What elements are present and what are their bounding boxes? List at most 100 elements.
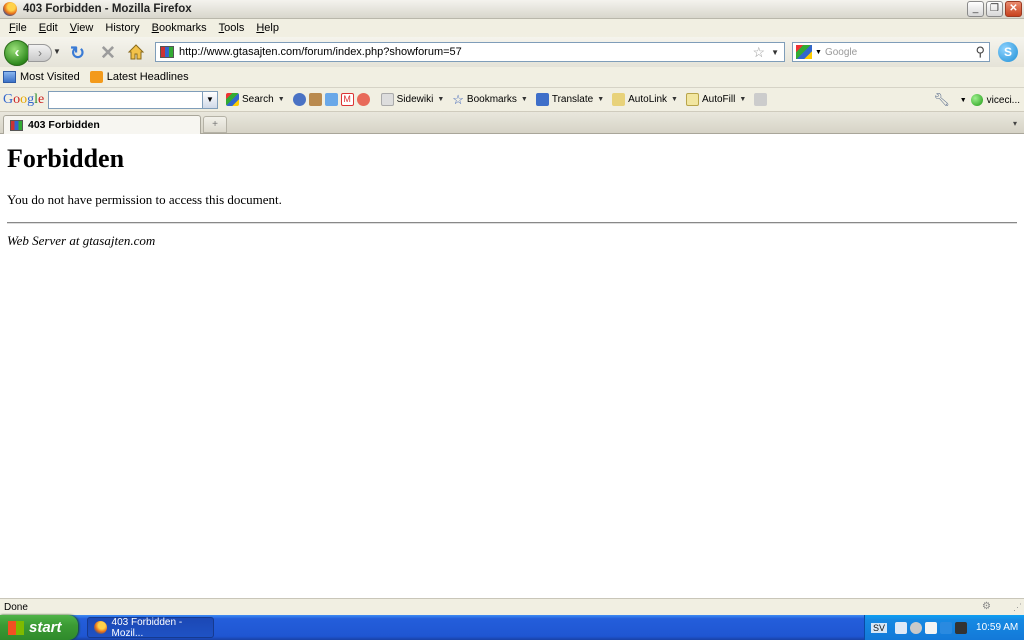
dropdown-arrow-icon[interactable]: ▼	[960, 97, 967, 104]
title-bar: 403 Forbidden - Mozilla Firefox _ ❐ ✕	[0, 0, 1024, 19]
back-button[interactable]: ‹	[4, 40, 30, 66]
pencil-icon[interactable]	[754, 93, 768, 106]
error-message: You do not have permission to access thi…	[7, 192, 282, 207]
search-placeholder[interactable]: Google	[825, 47, 976, 58]
status-text: Done	[4, 601, 28, 613]
stop-icon[interactable]: ✕	[100, 42, 116, 65]
google-logo[interactable]: Google	[3, 92, 45, 108]
google-search-button[interactable]: Search ▼	[226, 93, 285, 106]
sidewiki-icon	[380, 93, 394, 106]
navigation-toolbar: ‹ › ▼ ↻ ✕ http://www.gtasajten.com/forum…	[0, 37, 1024, 67]
taskbar-item-firefox[interactable]: 403 Forbidden - Mozil...	[87, 617, 214, 639]
menu-bar: File Edit View History Bookmarks Tools H…	[0, 19, 1024, 37]
autolink-button[interactable]: AutoLink ▼	[612, 93, 678, 106]
windows-logo-icon	[8, 620, 24, 635]
autofill-button[interactable]: AutoFill ▼	[685, 93, 770, 106]
url-bar[interactable]: http://www.gtasajten.com/forum/index.php…	[155, 42, 785, 62]
dropdown-arrow-icon[interactable]: ▼	[597, 96, 604, 103]
start-button[interactable]: start	[0, 615, 78, 640]
back-arrow-icon: ‹	[14, 44, 20, 61]
share-icon[interactable]	[356, 93, 370, 106]
addon-status-icon[interactable]: ⚙︎	[982, 601, 994, 613]
messenger-icon[interactable]	[925, 621, 938, 634]
dropdown-arrow-icon[interactable]: ▼	[278, 96, 285, 103]
clock: 10:59 AM	[976, 622, 1019, 633]
menu-edit[interactable]: Edit	[33, 22, 64, 34]
window-title: 403 Forbidden - Mozilla Firefox	[23, 3, 192, 15]
gmail-icon[interactable]: M	[340, 93, 354, 106]
bookmark-latest-headlines[interactable]: Latest Headlines	[89, 71, 189, 83]
firefox-icon	[3, 2, 17, 16]
dropdown-arrow-icon[interactable]: ▼	[437, 96, 444, 103]
status-bar: Done ⚙︎ ⋰	[0, 598, 1024, 615]
skype-tray-icon[interactable]	[940, 621, 953, 634]
autofill-icon	[685, 93, 699, 106]
maximize-button[interactable]: ❐	[986, 1, 1003, 17]
google-engine-icon[interactable]	[796, 45, 812, 59]
tab-favicon-icon	[10, 119, 23, 131]
translate-icon	[535, 93, 549, 106]
plus-icon: +	[212, 119, 218, 130]
network-icon[interactable]	[895, 621, 908, 634]
page-heading: Forbidden	[7, 144, 125, 173]
google-search-input[interactable]: ▼	[48, 90, 218, 109]
search-box[interactable]: ▼ Google ⚲	[792, 42, 990, 62]
server-signature: Web Server at gtasajten.com	[7, 233, 156, 248]
system-tray: SV 10:59 AM	[864, 615, 1024, 640]
sidewiki-button[interactable]: Sidewiki ▼	[380, 93, 444, 106]
site-favicon-icon	[160, 46, 174, 58]
window-controls: _ ❐ ✕	[967, 1, 1022, 17]
menu-help[interactable]: Help	[250, 22, 285, 34]
new-tab-button[interactable]: +	[203, 116, 227, 133]
bookmark-star-icon[interactable]: ☆	[753, 44, 766, 61]
tab-403-forbidden[interactable]: 403 Forbidden	[3, 115, 201, 134]
url-text[interactable]: http://www.gtasajten.com/forum/index.php…	[179, 46, 753, 58]
forward-arrow-icon: ›	[38, 46, 42, 60]
translate-button[interactable]: Translate ▼	[535, 93, 604, 106]
reload-icon[interactable]: ↻	[70, 43, 85, 64]
engine-dropdown-icon[interactable]: ▼	[815, 49, 822, 56]
taskbar: start 403 Forbidden - Mozil... SV 10:59 …	[0, 615, 1024, 640]
minimize-button[interactable]: _	[967, 1, 984, 17]
bookmarks-toolbar: Most Visited Latest Headlines	[0, 67, 1024, 88]
account-status-icon[interactable]	[970, 94, 983, 106]
user-icon[interactable]	[955, 621, 968, 634]
clock-app-icon[interactable]	[910, 621, 923, 634]
skype-icon[interactable]: S	[998, 42, 1018, 62]
rss-icon	[89, 71, 103, 83]
autolink-icon	[612, 93, 626, 106]
menu-file[interactable]: File	[3, 22, 33, 34]
account-label[interactable]: viceci...	[987, 95, 1020, 106]
wrench-icon[interactable]: 🔧︎	[933, 92, 950, 108]
list-all-tabs-button[interactable]: ▾	[1008, 116, 1022, 132]
search-icon[interactable]: ⚲	[975, 44, 985, 60]
menu-view[interactable]: View	[64, 22, 100, 34]
close-button[interactable]: ✕	[1005, 1, 1022, 17]
dropdown-arrow-icon[interactable]: ▼	[739, 96, 746, 103]
resize-grip-icon[interactable]: ⋰	[1013, 602, 1022, 613]
bag-icon[interactable]	[308, 93, 322, 106]
menu-tools[interactable]: Tools	[213, 22, 251, 34]
bookmark-most-visited[interactable]: Most Visited	[3, 71, 80, 83]
history-dropdown-icon[interactable]: ▼	[53, 47, 61, 56]
url-dropdown-icon[interactable]: ▼	[771, 48, 779, 57]
google-toolbar-icons[interactable]: M	[292, 93, 373, 106]
chevron-down-icon: ▾	[1012, 119, 1017, 128]
star-icon: ☆	[452, 91, 464, 107]
forward-button[interactable]: ›	[28, 44, 52, 62]
page-content: Forbidden You do not have permission to …	[0, 134, 1024, 598]
menu-bookmarks[interactable]: Bookmarks	[146, 22, 213, 34]
dropdown-arrow-icon[interactable]: ▼	[671, 96, 678, 103]
menu-history[interactable]: History	[99, 22, 145, 34]
google-bookmarks-button[interactable]: ☆ Bookmarks ▼	[452, 92, 528, 108]
google-toolbar: Google ▼ Search ▼ M Sidewiki ▼ ☆ Bookmar…	[0, 88, 1024, 112]
globe-icon[interactable]	[292, 93, 306, 106]
home-icon[interactable]	[127, 43, 145, 61]
dropdown-arrow-icon[interactable]: ▼	[521, 96, 528, 103]
plus-icon[interactable]	[324, 93, 338, 106]
language-indicator[interactable]: SV	[871, 622, 888, 633]
google-toolbar-right: 🔧︎ ▼ viceci...	[933, 92, 1020, 108]
most-visited-icon	[3, 71, 16, 83]
tab-strip: 403 Forbidden + ▾	[0, 112, 1024, 134]
google-search-dropdown-icon[interactable]: ▼	[202, 91, 217, 108]
